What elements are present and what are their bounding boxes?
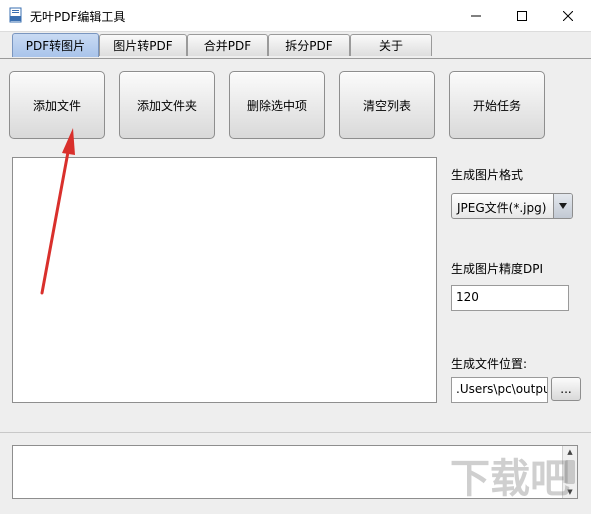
minimize-button[interactable] (453, 0, 499, 31)
add-file-button[interactable]: 添加文件 (9, 71, 105, 139)
delete-selected-button[interactable]: 删除选中项 (229, 71, 325, 139)
tab-about[interactable]: 关于 (350, 34, 432, 56)
maximize-button[interactable] (499, 0, 545, 31)
format-select-value: JPEG文件(*.jpg) (457, 201, 547, 215)
browse-button[interactable]: ... (551, 377, 581, 401)
tab-image-to-pdf[interactable]: 图片转PDF (99, 34, 187, 56)
output-path-input[interactable]: .Users\pc\output (451, 377, 548, 403)
format-label: 生成图片格式 (451, 168, 524, 182)
close-button[interactable] (545, 0, 591, 31)
dpi-input[interactable]: 120 (451, 285, 569, 311)
window-title: 无叶PDF编辑工具 (30, 10, 126, 24)
svg-text:下载吧: 下载吧 (450, 456, 570, 502)
dpi-label: 生成图片精度DPI (451, 262, 544, 276)
pdf-app-icon (9, 7, 22, 23)
tab-pdf-to-image[interactable]: PDF转图片 (12, 33, 99, 57)
chevron-down-icon[interactable] (553, 194, 572, 218)
format-select[interactable]: JPEG文件(*.jpg) (451, 193, 573, 219)
close-icon (563, 10, 573, 21)
title-bar: 无叶PDF编辑工具 (0, 0, 591, 32)
minimize-icon (471, 15, 481, 16)
watermark-logo: 下载吧 (450, 456, 570, 502)
separator (0, 432, 591, 433)
location-label: 生成文件位置: (451, 357, 528, 371)
maximize-icon (517, 10, 527, 21)
add-folder-button[interactable]: 添加文件夹 (119, 71, 215, 139)
start-task-button[interactable]: 开始任务 (449, 71, 545, 139)
tab-split-pdf[interactable]: 拆分PDF (268, 34, 350, 56)
tab-merge-pdf[interactable]: 合并PDF (187, 34, 268, 56)
clear-list-button[interactable]: 清空列表 (339, 71, 435, 139)
file-list[interactable] (12, 157, 437, 403)
